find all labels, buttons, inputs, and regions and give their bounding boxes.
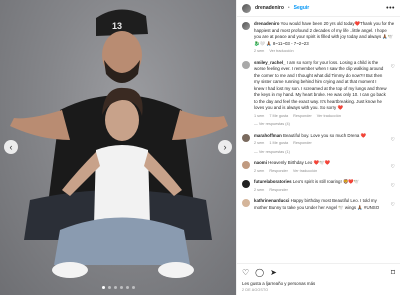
comment-text: Beautiful boy. Love you so much Drena ❤️ bbox=[283, 132, 367, 138]
avatar[interactable] bbox=[242, 180, 250, 188]
heart-icon[interactable]: ♡ bbox=[391, 164, 395, 174]
post-date: 2 DE AGOSTO bbox=[242, 288, 269, 292]
child-left-sneaker bbox=[52, 262, 88, 278]
chevron-right-icon[interactable]: › bbox=[218, 140, 232, 154]
comment-username[interactable]: smiley_rachel_ bbox=[254, 60, 286, 65]
comment-item: naomi Heavenly Birthday Leo ❤️🕊️❤️ 2 sem… bbox=[242, 160, 395, 174]
chevron-left-icon[interactable]: ‹ bbox=[4, 140, 18, 154]
child-tank-top bbox=[94, 145, 150, 225]
action-bar: ♡ ◯ ➤ ⌑ bbox=[242, 267, 395, 277]
comments-list: drenadeniro You would have been 20 yrs o… bbox=[237, 18, 400, 263]
comment-item: drenadeniro You would have been 20 yrs o… bbox=[242, 21, 395, 55]
reply-link[interactable]: Responder bbox=[269, 168, 288, 175]
avatar[interactable] bbox=[242, 3, 251, 13]
comment-text: Heavenly Birthday Leo ❤️🕊️❤️ bbox=[268, 160, 330, 165]
comment-time: 2 sem bbox=[254, 168, 265, 173]
bookmark-icon[interactable]: ⌑ bbox=[391, 268, 395, 277]
comment-text: Leo's spirit is still roaring! 🦁❤️🕊️ bbox=[292, 179, 360, 184]
comment-item: futurelaboratories Leo's spirit is still… bbox=[242, 179, 395, 193]
comment-username[interactable]: marahoffman bbox=[254, 133, 282, 138]
cap-logo: 13 bbox=[112, 21, 122, 31]
heart-icon[interactable]: ♡ bbox=[391, 202, 395, 211]
avatar[interactable] bbox=[242, 60, 250, 69]
reply-link[interactable]: Responder bbox=[293, 140, 312, 147]
view-replies-link[interactable]: — Ver respuestas (1) bbox=[254, 149, 387, 156]
comment-time: 2 sem bbox=[254, 187, 265, 192]
post-footer: ♡ ◯ ➤ ⌑ Les gusta a ljarreaño y personas… bbox=[237, 263, 400, 295]
comment-likes[interactable]: 1 Me gusta bbox=[269, 140, 288, 147]
share-icon[interactable]: ➤ bbox=[270, 268, 277, 277]
header-username[interactable]: drenadeniro bbox=[255, 5, 284, 11]
carousel-dot bbox=[125, 286, 129, 289]
comment-icon[interactable]: ◯ bbox=[255, 268, 264, 277]
instagram-post: 13 ‹ › drenadeniro • Seguir ••• drenaden… bbox=[0, 0, 400, 295]
comment-time: 2 sem bbox=[254, 141, 265, 145]
reply-link[interactable]: Responder bbox=[269, 187, 288, 194]
adult-left-arm bbox=[10, 110, 70, 140]
follow-button[interactable]: Seguir bbox=[294, 5, 310, 11]
photo-people-illustration: 13 bbox=[10, 9, 228, 278]
heart-icon[interactable]: ♡ bbox=[242, 268, 249, 277]
translate-link[interactable]: Ver traducción bbox=[269, 48, 293, 55]
comment-time: 2 sem bbox=[254, 49, 265, 53]
comment-time: 1 sem bbox=[254, 113, 265, 118]
child-head bbox=[105, 99, 139, 141]
comment-text: I am so sorry for your loss. Losing a ch… bbox=[254, 59, 387, 111]
avatar[interactable] bbox=[242, 22, 250, 30]
likes-summary[interactable]: Les gusta a ljarreaño y personas más bbox=[242, 281, 395, 286]
comments-panel: drenadeniro • Seguir ••• drenadeniro You… bbox=[236, 0, 400, 295]
comment-likes[interactable]: 7 Me gusta bbox=[269, 113, 288, 120]
heart-icon[interactable]: ♡ bbox=[391, 137, 395, 156]
header-separator: • bbox=[287, 5, 290, 11]
carousel-dot bbox=[119, 286, 123, 289]
comment-username[interactable]: drenadeniro bbox=[254, 21, 279, 26]
heart-icon[interactable]: ♡ bbox=[391, 183, 395, 193]
avatar[interactable] bbox=[242, 199, 250, 207]
reply-link[interactable]: Responder bbox=[293, 113, 312, 120]
carousel-dot bbox=[131, 286, 135, 289]
carousel-dot bbox=[101, 286, 105, 289]
child-right-sneaker bbox=[158, 262, 194, 278]
adult-right-arm bbox=[172, 110, 228, 140]
comment-item: smiley_rachel_ I am so sorry for your lo… bbox=[242, 60, 395, 128]
comment-username[interactable]: naomi bbox=[254, 160, 267, 165]
avatar[interactable] bbox=[242, 133, 250, 142]
view-replies-link[interactable]: — Ver respuestas (4) bbox=[254, 121, 387, 128]
heart-icon[interactable]: ♡ bbox=[391, 64, 395, 128]
comment-item: kathrinenarducci Happy birthday most Bea… bbox=[242, 198, 395, 211]
translate-link[interactable]: Ver traducción bbox=[317, 113, 341, 120]
more-icon[interactable]: ••• bbox=[386, 5, 395, 12]
post-header: drenadeniro • Seguir ••• bbox=[237, 0, 400, 17]
translate-link[interactable]: Ver traducción bbox=[293, 168, 317, 175]
carousel-dot bbox=[107, 286, 111, 289]
post-photo: 13 ‹ › bbox=[0, 0, 236, 295]
carousel-dots bbox=[0, 286, 236, 289]
comment-item: marahoffman Beautiful boy. Love you so m… bbox=[242, 133, 395, 156]
comment-username[interactable]: kathrinenarducci bbox=[254, 198, 289, 203]
avatar[interactable] bbox=[242, 161, 250, 169]
carousel-dot bbox=[113, 286, 117, 289]
comment-username[interactable]: futurelaboratories bbox=[254, 179, 292, 184]
